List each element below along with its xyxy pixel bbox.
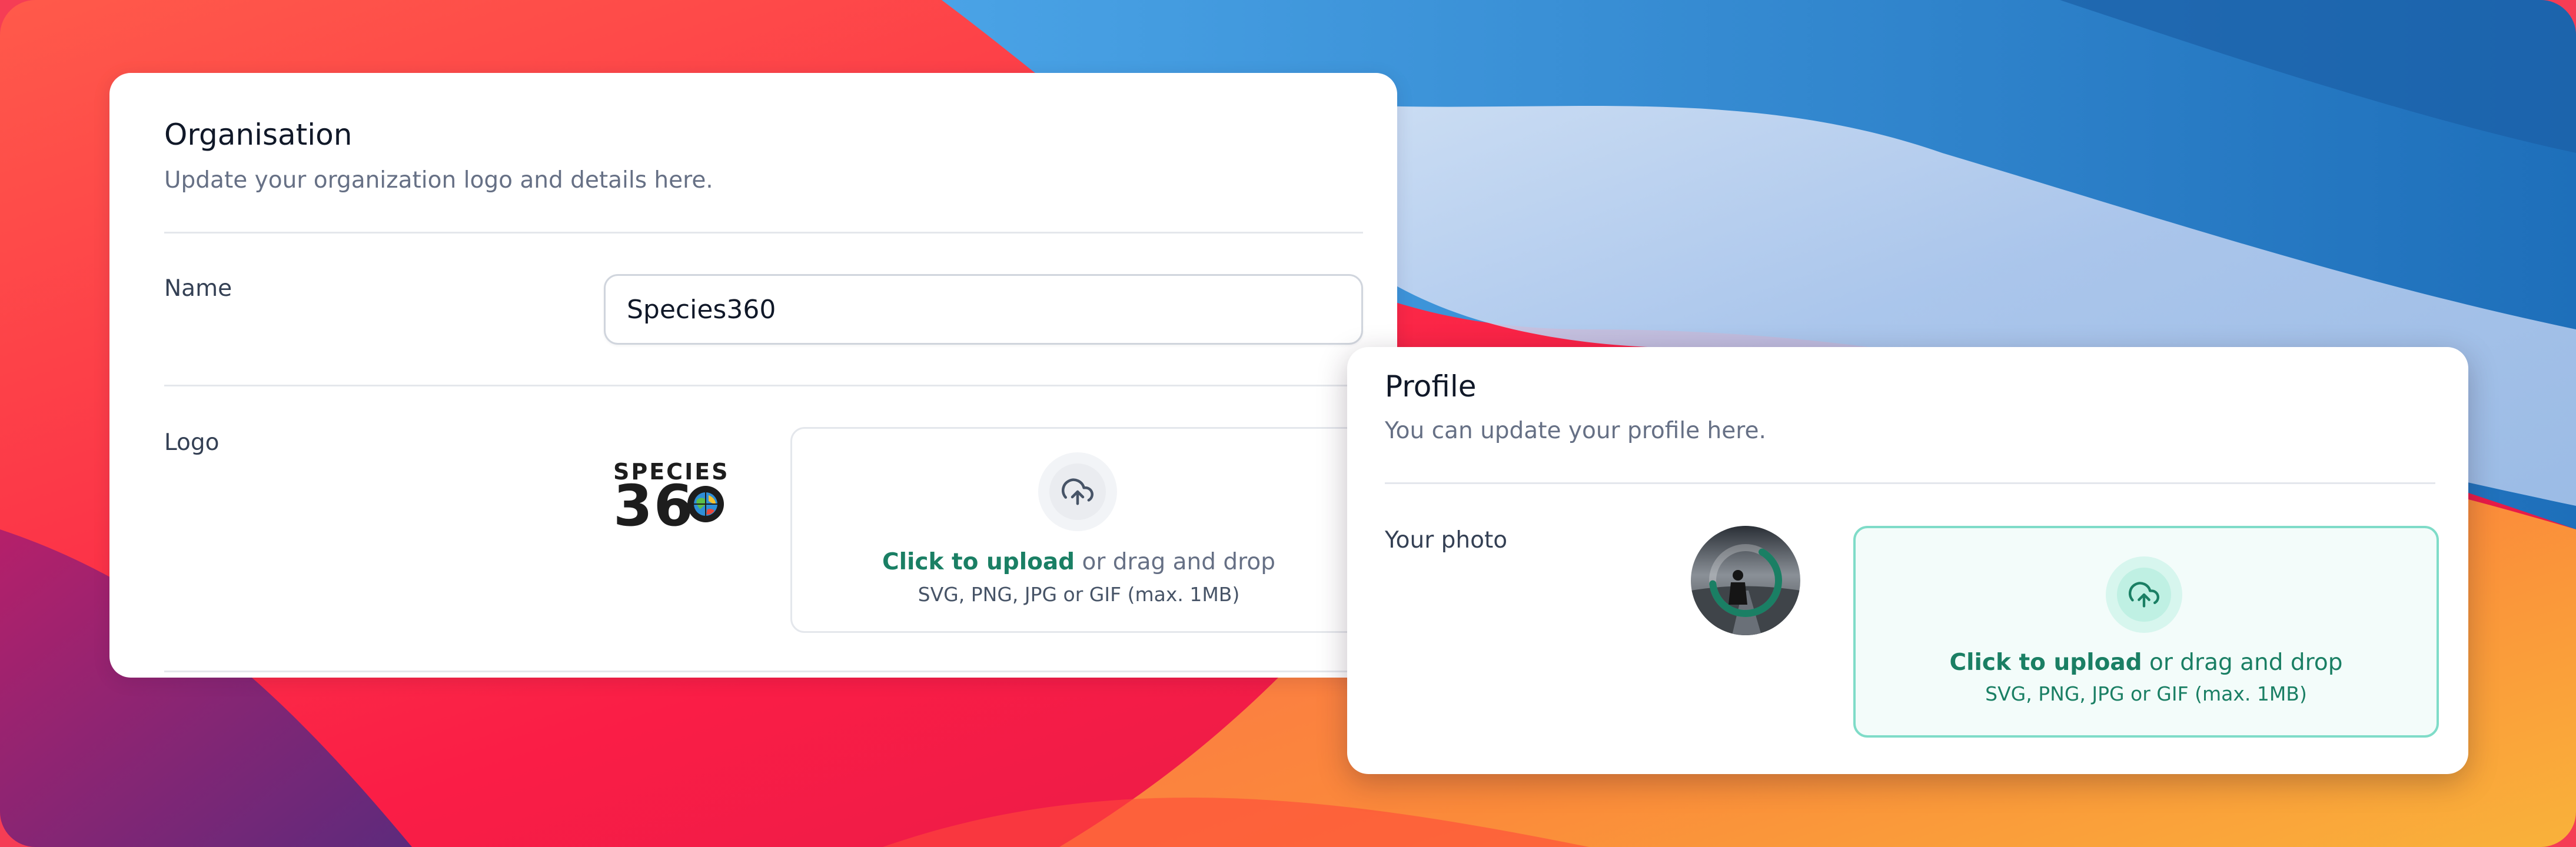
divider: [164, 385, 1363, 386]
divider: [1385, 482, 2435, 484]
upload-icon-container: [1038, 452, 1117, 531]
logo-number: 36: [613, 473, 694, 539]
drag-drop-text: or drag and drop: [1075, 549, 1275, 575]
your-photo-label: Your photo: [1385, 527, 1508, 553]
upload-instruction: Click to upload or drag and drop: [792, 549, 1365, 575]
profile-subtitle: You can update your profile here.: [1385, 418, 1766, 444]
drag-drop-text: or drag and drop: [2142, 649, 2343, 676]
upload-cloud-icon: [2129, 582, 2159, 608]
divider: [164, 671, 1363, 672]
profile-title: Profile: [1385, 369, 1477, 404]
organisation-subtitle: Update your organization logo and detail…: [164, 167, 713, 194]
click-to-upload-link[interactable]: Click to upload: [882, 549, 1075, 575]
upload-icon-container: [2106, 556, 2182, 633]
upload-hint: SVG, PNG, JPG or GIF (max. 1MB): [1985, 682, 2307, 705]
organisation-card: Organisation Update your organization lo…: [109, 73, 1397, 678]
upload-icon-inner: [1049, 463, 1106, 520]
organisation-name-input[interactable]: [604, 274, 1363, 345]
name-label: Name: [164, 275, 232, 302]
logo-upload-dropzone[interactable]: Click to upload or drag and drop SVG, PN…: [790, 427, 1367, 633]
avatar[interactable]: [1691, 526, 1800, 635]
click-to-upload-link[interactable]: Click to upload: [1950, 649, 2142, 676]
upload-hint: SVG, PNG, JPG or GIF (max. 1MB): [918, 583, 1240, 606]
upload-cloud-icon: [1062, 478, 1093, 505]
upload-icon-inner: [2117, 568, 2171, 622]
upload-instruction: Click to upload or drag and drop: [1856, 649, 2437, 676]
logo-globe-icon: [687, 486, 724, 522]
profile-card: Profile You can update your profile here…: [1347, 347, 2468, 774]
logo-label: Logo: [164, 429, 220, 456]
organisation-title: Organisation: [164, 118, 353, 152]
avatar-photo: [1691, 526, 1800, 635]
divider: [164, 232, 1363, 234]
photo-upload-dropzone[interactable]: Click to upload or drag and drop SVG, PN…: [1853, 526, 2439, 738]
